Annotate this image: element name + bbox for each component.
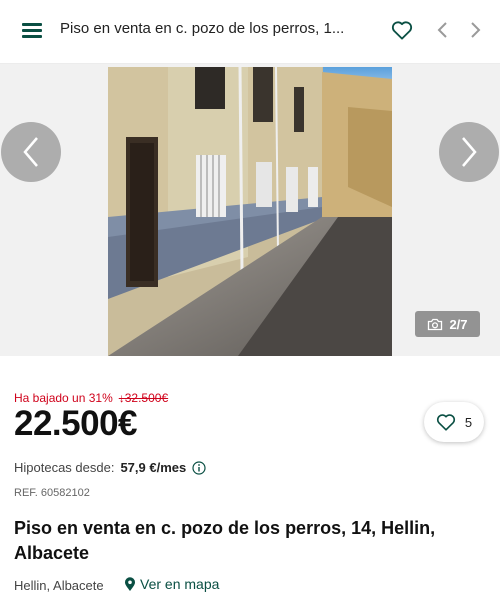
photo-counter-text: 2/7 <box>449 316 468 332</box>
view-map-link[interactable]: Ver en mapa <box>124 576 219 592</box>
top-bar: Piso en venta en c. pozo de los perros, … <box>0 0 500 64</box>
mortgage-info: Hipotecas desde: 57,9 €/mes <box>14 460 206 475</box>
price-drop-notice: Ha bajado un 31% ↓32.500€ <box>14 391 168 405</box>
price: 22.500€ <box>14 404 138 443</box>
heart-icon <box>436 414 455 431</box>
photo-gallery: 2/7 <box>0 64 500 356</box>
header-title: Piso en venta en c. pozo de los perros, … <box>60 20 345 37</box>
info-icon[interactable] <box>192 460 206 475</box>
chevron-left-icon <box>23 137 38 167</box>
favorites-count: 5 <box>464 414 473 430</box>
view-map-label: Ver en mapa <box>140 576 220 592</box>
location-text: Hellin, Albacete <box>14 578 104 593</box>
chevron-right-icon[interactable] <box>462 17 488 43</box>
map-pin-icon <box>125 576 135 591</box>
listing-title: Piso en venta en c. pozo de los perros, … <box>14 518 436 563</box>
mortgage-label: Hipotecas desde: <box>14 460 115 475</box>
mortgage-value: 57,9 €/mes <box>120 460 187 475</box>
old-price: ↓32.500€ <box>118 391 169 405</box>
photo-counter[interactable]: 2/7 <box>415 311 480 337</box>
gallery-next-button[interactable] <box>439 122 499 182</box>
heart-icon[interactable] <box>389 17 415 43</box>
favorite-button[interactable]: 5 <box>424 402 484 442</box>
chevron-left-icon[interactable] <box>430 17 456 43</box>
gallery-prev-button[interactable] <box>1 122 61 182</box>
chevron-right-icon <box>462 137 477 167</box>
property-photo[interactable] <box>108 67 392 356</box>
price-drop-text: Ha bajado un 31% <box>14 391 113 405</box>
camera-icon <box>428 318 443 330</box>
reference-number: REF. 60582102 <box>14 487 90 499</box>
hamburger-menu-icon[interactable] <box>22 22 42 40</box>
